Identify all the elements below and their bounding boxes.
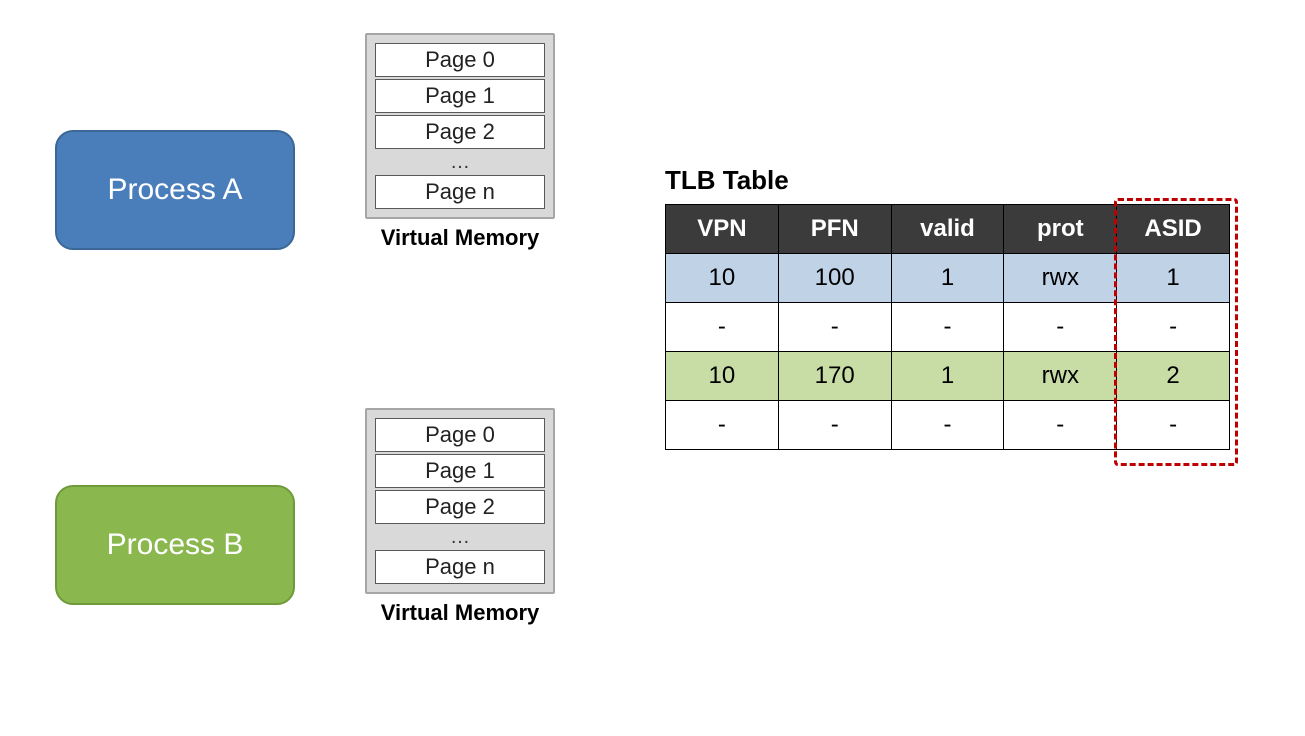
process-a-badge: Process A (55, 130, 295, 250)
vm-b-page-0: Page 0 (375, 418, 545, 452)
tlb-cell: - (1117, 303, 1230, 352)
vm-b-caption: Virtual Memory (365, 600, 555, 626)
tlb-cell: - (778, 401, 891, 450)
vm-a-page-0: Page 0 (375, 43, 545, 77)
vm-b-ellipsis: … (375, 526, 545, 548)
tlb-cell: - (666, 401, 779, 450)
vm-a-frame: Page 0 Page 1 Page 2 … Page n (365, 33, 555, 219)
tlb-cell: 1 (1117, 254, 1230, 303)
tlb-cell: - (778, 303, 891, 352)
process-b-badge: Process B (55, 485, 295, 605)
tlb-cell: 100 (778, 254, 891, 303)
tlb-cell: 170 (778, 352, 891, 401)
tlb-header-vpn: VPN (666, 205, 779, 254)
tlb-table-wrap: TLB Table VPN PFN valid prot ASID 10 100 (665, 165, 1230, 450)
tlb-table-container: VPN PFN valid prot ASID 10 100 1 rwx 1 (665, 204, 1230, 450)
vm-b-page-1: Page 1 (375, 454, 545, 488)
process-a-label: Process A (107, 173, 242, 207)
vm-a-page-1: Page 1 (375, 79, 545, 113)
tlb-header-prot: prot (1004, 205, 1117, 254)
tlb-cell: - (1117, 401, 1230, 450)
tlb-cell: 10 (666, 254, 779, 303)
tlb-cell: - (666, 303, 779, 352)
tlb-cell: rwx (1004, 352, 1117, 401)
tlb-cell: - (891, 401, 1004, 450)
virtual-memory-b: Page 0 Page 1 Page 2 … Page n Virtual Me… (365, 408, 555, 626)
diagram-canvas: Process A Process B Page 0 Page 1 Page 2… (0, 0, 1305, 736)
vm-b-frame: Page 0 Page 1 Page 2 … Page n (365, 408, 555, 594)
tlb-cell: - (1004, 303, 1117, 352)
virtual-memory-a: Page 0 Page 1 Page 2 … Page n Virtual Me… (365, 33, 555, 251)
tlb-cell: - (891, 303, 1004, 352)
vm-a-page-n: Page n (375, 175, 545, 209)
tlb-header-pfn: PFN (778, 205, 891, 254)
vm-a-page-2: Page 2 (375, 115, 545, 149)
tlb-row-3: - - - - - (666, 401, 1230, 450)
tlb-cell: 1 (891, 352, 1004, 401)
vm-b-page-2: Page 2 (375, 490, 545, 524)
tlb-title: TLB Table (665, 165, 1230, 196)
tlb-cell: - (1004, 401, 1117, 450)
vm-b-page-n: Page n (375, 550, 545, 584)
tlb-row-1: - - - - - (666, 303, 1230, 352)
tlb-row-0: 10 100 1 rwx 1 (666, 254, 1230, 303)
tlb-header-valid: valid (891, 205, 1004, 254)
vm-a-ellipsis: … (375, 151, 545, 173)
tlb-cell: 10 (666, 352, 779, 401)
vm-a-caption: Virtual Memory (365, 225, 555, 251)
tlb-cell: 2 (1117, 352, 1230, 401)
tlb-cell: rwx (1004, 254, 1117, 303)
tlb-header-asid: ASID (1117, 205, 1230, 254)
tlb-header-row: VPN PFN valid prot ASID (666, 205, 1230, 254)
tlb-row-2: 10 170 1 rwx 2 (666, 352, 1230, 401)
tlb-cell: 1 (891, 254, 1004, 303)
tlb-table: VPN PFN valid prot ASID 10 100 1 rwx 1 (665, 204, 1230, 450)
process-b-label: Process B (107, 528, 244, 562)
